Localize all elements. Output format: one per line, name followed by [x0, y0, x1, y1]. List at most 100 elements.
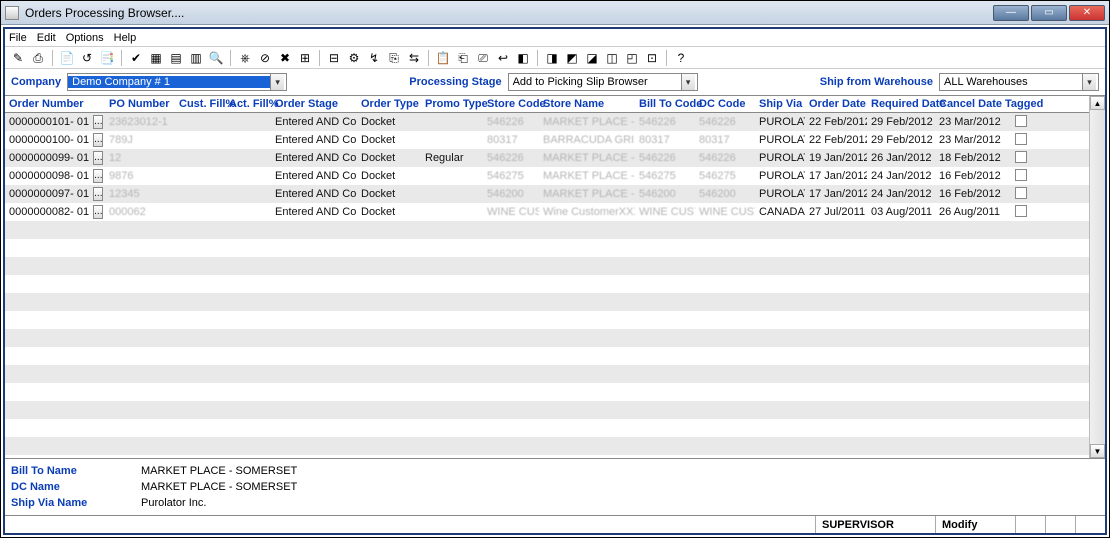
cell-po: 789J [105, 134, 175, 146]
cell-billto: 80317 [635, 134, 695, 146]
checkbox-icon[interactable] [1015, 169, 1027, 181]
checkbox-icon[interactable] [1015, 151, 1027, 163]
col-store-code[interactable]: Store Code [483, 96, 539, 112]
col-po[interactable]: PO Number [105, 96, 175, 112]
maximize-button[interactable]: ▭ [1031, 5, 1067, 21]
table-row[interactable]: 0000000097- 01...12345Entered AND ConfDo… [5, 185, 1089, 203]
toolbar-button-28[interactable]: ◰ [623, 49, 641, 67]
menu-help[interactable]: Help [114, 32, 137, 44]
toolbar-button-25[interactable]: ◩ [563, 49, 581, 67]
scroll-up-icon[interactable]: ▲ [1090, 96, 1105, 110]
orders-grid[interactable]: Order Number PO Number Cust. Fill% Act. … [5, 96, 1089, 458]
chevron-down-icon[interactable]: ▾ [270, 74, 284, 90]
toolbar-button-4[interactable]: 📑 [98, 49, 116, 67]
col-store-name[interactable]: Store Name [539, 96, 635, 112]
checkbox-icon[interactable] [1015, 187, 1027, 199]
checkbox-icon[interactable] [1015, 115, 1027, 127]
toolbar-button-10[interactable]: ⎈ [236, 49, 254, 67]
toolbar-button-23[interactable]: ◧ [514, 49, 532, 67]
toolbar-button-22[interactable]: ↩ [494, 49, 512, 67]
menu-edit[interactable]: Edit [37, 32, 56, 44]
toolbar-button-27[interactable]: ◫ [603, 49, 621, 67]
col-cancel-date[interactable]: Cancel Date [935, 96, 1001, 112]
toolbar-button-29[interactable]: ⊡ [643, 49, 661, 67]
warehouse-label: Ship from Warehouse [820, 76, 933, 88]
menu-file[interactable]: File [9, 32, 27, 44]
toolbar-button-5[interactable]: ✔ [127, 49, 145, 67]
ellipsis-button[interactable]: ... [93, 205, 103, 219]
toolbar-button-6[interactable]: ▦ [147, 49, 165, 67]
warehouse-combo[interactable]: ALL Warehouses ▾ [939, 73, 1099, 91]
col-order-date[interactable]: Order Date [805, 96, 867, 112]
toolbar-button-18[interactable]: ⇆ [405, 49, 423, 67]
cell-po: 9876 [105, 170, 175, 182]
col-order-type[interactable]: Order Type [357, 96, 421, 112]
app-icon [5, 6, 19, 20]
col-bill-to[interactable]: Bill To Code [635, 96, 695, 112]
status-cell-4 [1045, 516, 1075, 533]
stage-combo[interactable]: Add to Picking Slip Browser ▾ [508, 73, 698, 91]
toolbar-button-19[interactable]: 📋 [434, 49, 452, 67]
col-promo-type[interactable]: Promo Type [421, 96, 483, 112]
cell-tagged [1001, 169, 1041, 184]
toolbar-button-16[interactable]: ↯ [365, 49, 383, 67]
checkbox-icon[interactable] [1015, 205, 1027, 217]
toolbar-button-20[interactable]: ⎗ [454, 49, 472, 67]
table-row[interactable]: 0000000099- 01...12Entered AND ConfDocke… [5, 149, 1089, 167]
toolbar-button-30[interactable]: ? [672, 49, 690, 67]
titlebar: Orders Processing Browser.... — ▭ ✕ [1, 1, 1109, 25]
toolbar-button-8[interactable]: ▥ [187, 49, 205, 67]
toolbar-button-11[interactable]: ⊘ [256, 49, 274, 67]
col-act-fill[interactable]: Act. Fill% [225, 96, 271, 112]
cell-otype: Docket [357, 188, 421, 200]
cell-dc: 546226 [695, 116, 755, 128]
vertical-scrollbar[interactable]: ▲ ▼ [1089, 96, 1105, 458]
cell-cancel-date: 23 Mar/2012 [935, 134, 1001, 146]
table-row[interactable]: 0000000098- 01...9876Entered AND ConfDoc… [5, 167, 1089, 185]
cell-billto: 546275 [635, 170, 695, 182]
cell-stage: Entered AND Conf [271, 188, 357, 200]
toolbar-button-7[interactable]: ▤ [167, 49, 185, 67]
checkbox-icon[interactable] [1015, 133, 1027, 145]
toolbar-button-15[interactable]: ⚙ [345, 49, 363, 67]
chevron-down-icon[interactable]: ▾ [681, 74, 695, 90]
ellipsis-button[interactable]: ... [93, 187, 103, 201]
toolbar-button-2[interactable]: 📄 [58, 49, 76, 67]
col-dc-code[interactable]: DC Code [695, 96, 755, 112]
col-ship-via[interactable]: Ship Via [755, 96, 805, 112]
col-tagged[interactable]: Tagged [1001, 96, 1041, 112]
table-row[interactable]: 0000000101- 01...23623012-1Entered AND C… [5, 113, 1089, 131]
toolbar-button-9[interactable]: 🔍 [207, 49, 225, 67]
cell-ship: PUROLAT [755, 170, 805, 182]
ellipsis-button[interactable]: ... [93, 151, 103, 165]
toolbar-button-0[interactable]: ✎ [9, 49, 27, 67]
menu-options[interactable]: Options [66, 32, 104, 44]
company-combo[interactable]: Demo Company # 1 ▾ [67, 73, 287, 91]
table-row[interactable]: 0000000100- 01...789JEntered AND ConfDoc… [5, 131, 1089, 149]
toolbar-button-21[interactable]: ⎚ [474, 49, 492, 67]
col-required-date[interactable]: Required Date [867, 96, 935, 112]
toolbar-button-13[interactable]: ⊞ [296, 49, 314, 67]
toolbar-button-24[interactable]: ◨ [543, 49, 561, 67]
col-cust-fill[interactable]: Cust. Fill% [175, 96, 225, 112]
toolbar-button-3[interactable]: ↺ [78, 49, 96, 67]
col-order-stage[interactable]: Order Stage [271, 96, 357, 112]
cell-order-date: 17 Jan/2012 [805, 170, 867, 182]
toolbar-button-1[interactable]: ⎙ [29, 49, 47, 67]
col-order[interactable]: Order Number [5, 96, 105, 112]
close-button[interactable]: ✕ [1069, 5, 1105, 21]
toolbar-button-12[interactable]: ✖ [276, 49, 294, 67]
minimize-button[interactable]: — [993, 5, 1029, 21]
toolbar-button-14[interactable]: ⊟ [325, 49, 343, 67]
ellipsis-button[interactable]: ... [93, 133, 103, 147]
table-row[interactable]: 0000000082- 01...000062Entered AND ConfD… [5, 203, 1089, 221]
toolbar-button-26[interactable]: ◪ [583, 49, 601, 67]
cell-dc: 546275 [695, 170, 755, 182]
toolbar-button-17[interactable]: ⎘ [385, 49, 403, 67]
scroll-down-icon[interactable]: ▼ [1090, 444, 1105, 458]
ellipsis-button[interactable]: ... [93, 169, 103, 183]
chevron-down-icon[interactable]: ▾ [1082, 74, 1096, 90]
table-row-empty [5, 257, 1089, 275]
cell-stage: Entered AND Conf [271, 152, 357, 164]
ellipsis-button[interactable]: ... [93, 115, 103, 129]
